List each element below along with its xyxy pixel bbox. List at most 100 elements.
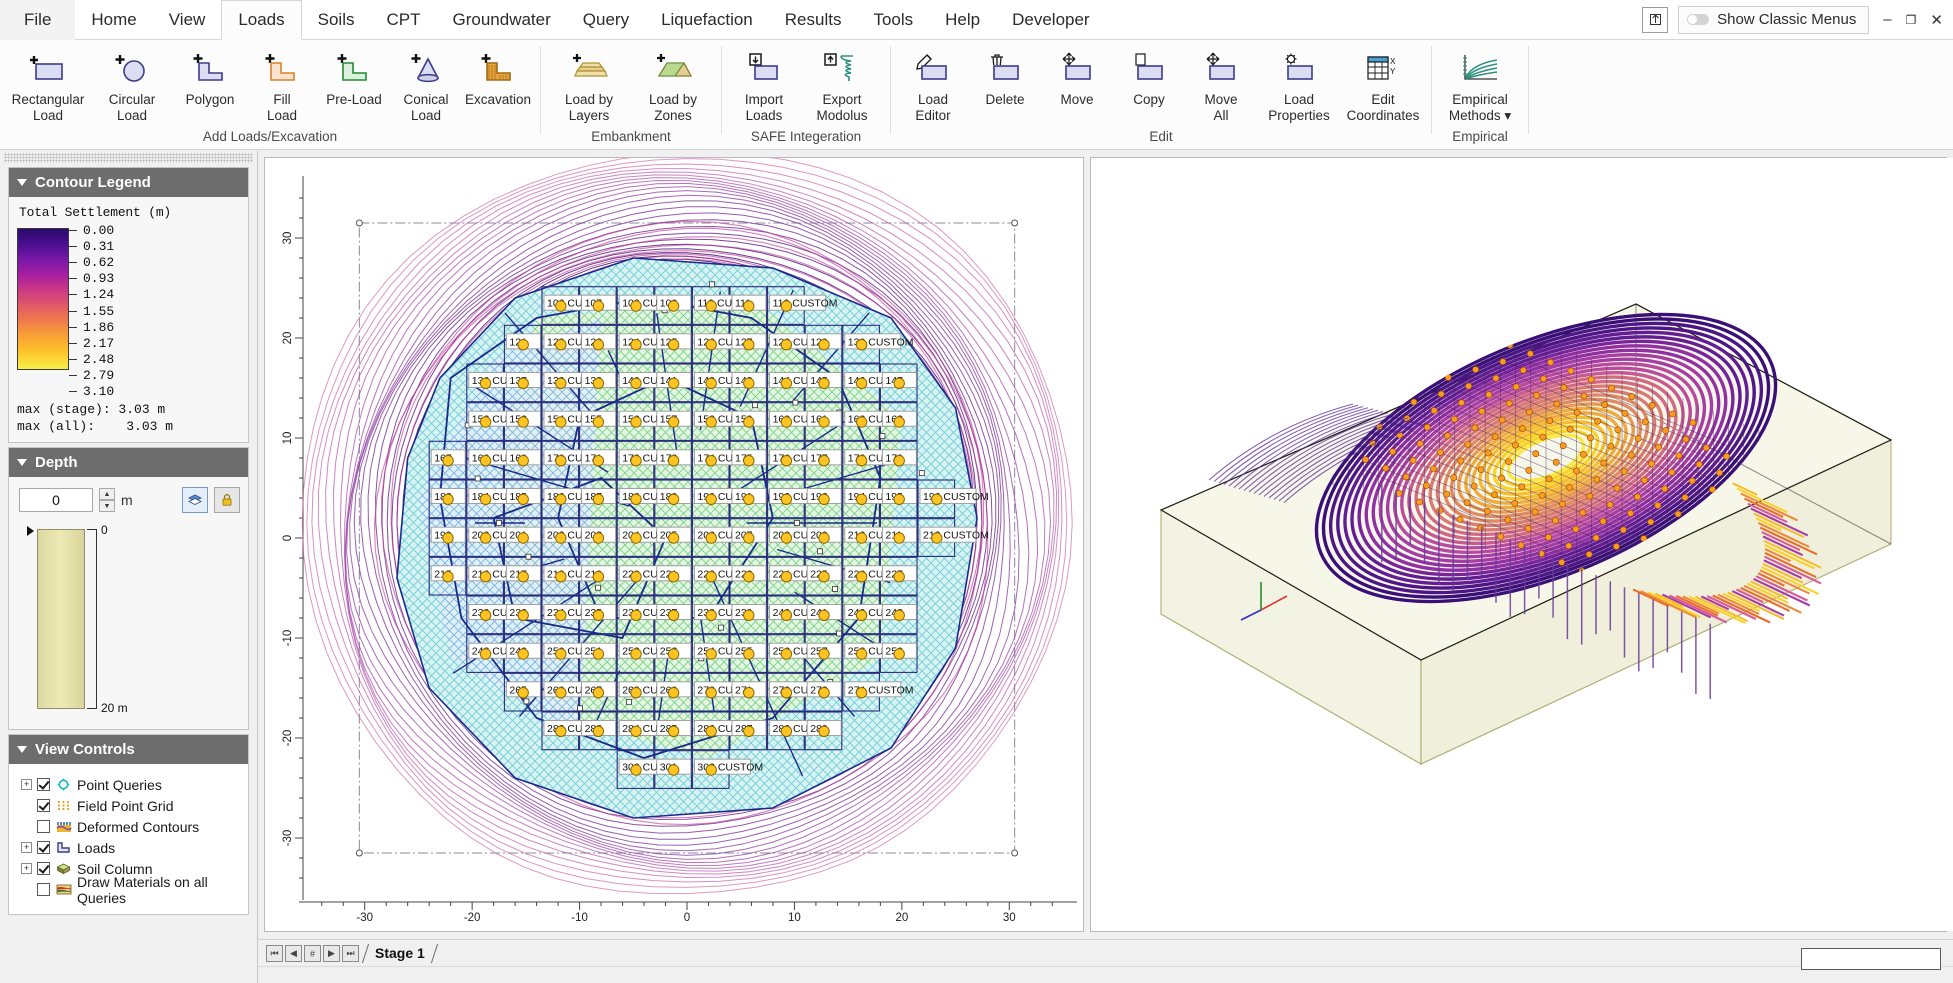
tree-item-draw-materials-on-all-queries[interactable]: Draw Materials on all Queries (19, 874, 238, 906)
menu-tab-home[interactable]: Home (75, 0, 152, 40)
sidebar-drag-grip[interactable] (4, 153, 253, 163)
load-editor-icon (913, 48, 953, 90)
soil-column-bottom-label: 20 m (101, 701, 128, 716)
collapse-triangle-icon[interactable] (17, 746, 27, 754)
legend-tick-dash-icon (69, 375, 77, 377)
collapse-triangle-icon[interactable] (17, 459, 27, 467)
tree-checkbox[interactable] (37, 883, 50, 897)
rectangular-load-button[interactable]: Rectangular Load (6, 46, 90, 125)
stage-nav-button-2[interactable]: # (304, 945, 321, 962)
close-button[interactable]: ✕ (1930, 11, 1943, 29)
legend-tick-value: 2.17 (83, 335, 115, 351)
depth-input[interactable] (19, 488, 93, 513)
menu-tab-developer[interactable]: Developer (996, 0, 1106, 40)
move-all-button[interactable]: Move All (1185, 46, 1257, 125)
svg-text:-30: -30 (282, 830, 294, 847)
show-classic-menus-toggle[interactable]: Show Classic Menus (1678, 5, 1870, 34)
copy-button[interactable]: Copy (1113, 46, 1185, 110)
conical-load-button[interactable]: Conical Load (390, 46, 462, 125)
tree-item-point-queries[interactable]: + Point Queries (19, 774, 238, 795)
contour-legend-header[interactable]: Contour Legend (9, 168, 248, 197)
stage-nav-button-1[interactable]: ◀ (285, 945, 302, 962)
tree-expand-icon[interactable]: + (21, 842, 32, 854)
ribbon-button-label: Load Properties (1268, 92, 1330, 123)
toggle-switch-icon[interactable] (1687, 14, 1710, 25)
depth-lock-button[interactable] (214, 487, 240, 514)
menu-tab-results[interactable]: Results (769, 0, 858, 40)
status-message-field[interactable] (1801, 948, 1941, 970)
legend-tick-dash-icon (69, 229, 77, 231)
import-loads-button[interactable]: Import Loads (728, 46, 800, 125)
restore-button[interactable]: ❐ (1906, 13, 1917, 27)
tree-checkbox[interactable] (37, 841, 50, 855)
tree-item-field-point-grid[interactable]: Field Point Grid (19, 795, 238, 816)
legend-tick-dash-icon (69, 310, 77, 312)
polygon-load-button[interactable]: Polygon (174, 46, 246, 110)
tree-item-deformed-contours[interactable]: Deformed Contours (19, 816, 238, 837)
depth-stepper-down[interactable]: ▼ (99, 500, 115, 513)
tree-expand-icon[interactable]: + (21, 863, 32, 875)
load-by-zones-button[interactable]: Load by Zones (631, 46, 715, 125)
view-controls-header[interactable]: View Controls (9, 735, 248, 765)
menu-tab-help[interactable]: Help (929, 0, 996, 40)
depth-stepper-up[interactable]: ▲ (99, 488, 115, 501)
load-properties-button[interactable]: Load Properties (1257, 46, 1341, 125)
depth-stepper[interactable]: ▲ ▼ (99, 488, 115, 513)
excavation-button[interactable]: Excavation (462, 46, 534, 110)
view-2d-panel[interactable]: 30 20 10 0 -10 -20 -30 -30 -20 -10 0 10 20 30 106 CUS… (264, 151, 1084, 932)
tree-expand-icon[interactable]: + (21, 779, 32, 791)
stage-nav-button-4[interactable]: ⏭ (342, 945, 359, 962)
move-button[interactable]: Move (1041, 46, 1113, 110)
stage-tab[interactable]: Stage 1 (365, 944, 435, 963)
load-editor-button[interactable]: Load Editor (897, 46, 969, 125)
tree-item-loads[interactable]: + Loads (19, 837, 238, 858)
pre-load-button[interactable]: Pre-Load (318, 46, 390, 110)
edit-coordinates-button[interactable]: X Y Edit Coordinates (1341, 46, 1425, 125)
circular-load-button[interactable]: Circular Load (90, 46, 174, 125)
legend-tick: 3.10 (69, 384, 114, 400)
legend-tick-list: 0.00 0.31 0.62 0.93 1.24 1.55 1.86 2.17 2.48 2.79… (69, 222, 114, 400)
depth-input-row: ▲ ▼ m (19, 487, 240, 514)
load-by-layers-button[interactable]: Load by Layers (547, 46, 631, 125)
menu-tab-query[interactable]: Query (567, 0, 645, 40)
tree-checkbox[interactable] (37, 799, 50, 813)
menu-tab-liquefaction[interactable]: Liquefaction (645, 0, 769, 40)
legend-tick: 1.86 (69, 319, 114, 335)
tree-checkbox[interactable] (37, 778, 50, 792)
tree-checkbox[interactable] (37, 820, 50, 834)
settlement-contour-plot[interactable]: 3020100-10-20-30-30 -20 -10 0 10 20 30 106 CUS… (265, 151, 1083, 931)
collapse-ribbon-button[interactable] (1642, 6, 1669, 33)
minimize-button[interactable]: – (1883, 11, 1891, 28)
draw-materials-icon (55, 882, 72, 897)
ribbon-button-label: Rectangular Load (11, 92, 85, 123)
depth-marker-arrow-icon[interactable] (27, 526, 34, 537)
stage-nav-button-3[interactable]: ▶ (323, 945, 340, 962)
menu-tab-file[interactable]: File (0, 0, 76, 40)
delete-button[interactable]: Delete (969, 46, 1041, 110)
move-all-icon (1201, 48, 1241, 90)
export-modulus-button[interactable]: Export Modolus (800, 46, 884, 125)
menu-tab-cpt[interactable]: CPT (371, 0, 437, 40)
settlement-3d-view[interactable]: X Y Z (1091, 158, 1953, 931)
collapse-triangle-icon[interactable] (17, 179, 27, 186)
polygon-load-icon (190, 48, 230, 90)
soil-column-preview[interactable]: 0 20 m (23, 521, 240, 721)
depth-layers-button[interactable] (182, 487, 208, 514)
tree-checkbox[interactable] (37, 862, 50, 876)
svg-text:-20: -20 (282, 730, 294, 747)
menu-tab-tools[interactable]: Tools (857, 0, 929, 40)
menu-tab-soils[interactable]: Soils (302, 0, 371, 40)
menu-tab-groundwater[interactable]: Groundwater (437, 0, 567, 40)
depth-header[interactable]: Depth (9, 448, 248, 478)
empirical-methods-button[interactable]: Empirical Methods ▾ (1438, 46, 1522, 125)
menu-tab-loads[interactable]: Loads (221, 0, 302, 40)
fill-load-button[interactable]: Fill Load (246, 46, 318, 125)
field-point-grid-icon (55, 798, 72, 813)
stage-nav-button-0[interactable]: ⏮ (266, 945, 283, 962)
legend-tick: 1.55 (69, 303, 114, 319)
view-3d-panel[interactable]: X Y Z (1090, 157, 1953, 932)
menu-tab-view[interactable]: View (153, 0, 222, 40)
soil-column-bar (37, 529, 85, 710)
ribbon-button-label: Conical Load (403, 92, 449, 123)
legend-tick-dash-icon (69, 294, 77, 296)
